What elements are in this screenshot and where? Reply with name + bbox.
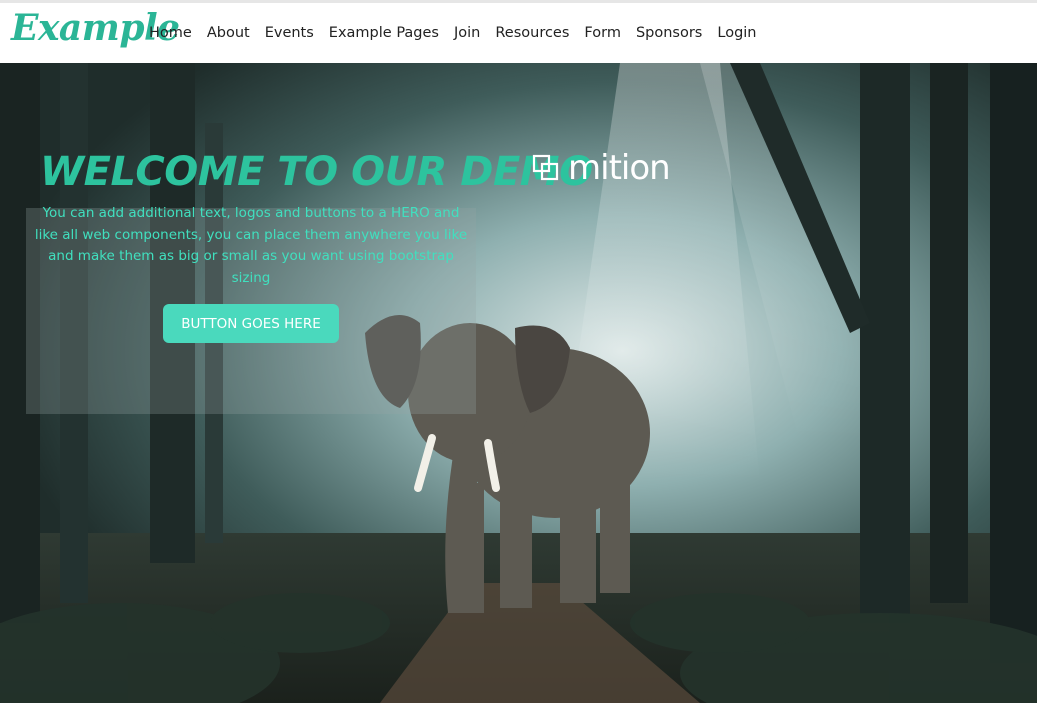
partner-logo-text: mition <box>568 148 671 188</box>
hero-description: You can add additional text, logos and b… <box>34 205 468 286</box>
hero-cta-button[interactable]: BUTTON GOES HERE <box>163 304 339 343</box>
nav-about[interactable]: About <box>207 25 250 41</box>
nav-join[interactable]: Join <box>454 25 480 41</box>
nav-home[interactable]: Home <box>149 25 192 41</box>
main-nav: Home About Events Example Pages Join Res… <box>149 3 757 63</box>
hero-title: Welcome to our Demo <box>40 149 593 195</box>
partner-logo: mition <box>532 148 671 188</box>
navbar: Example Home About Events Example Pages … <box>0 3 1037 63</box>
nav-sponsors[interactable]: Sponsors <box>636 25 702 41</box>
nav-resources[interactable]: Resources <box>495 25 569 41</box>
nav-login[interactable]: Login <box>717 25 756 41</box>
nav-form[interactable]: Form <box>584 25 621 41</box>
nav-events[interactable]: Events <box>265 25 314 41</box>
nav-example-pages[interactable]: Example Pages <box>329 25 439 41</box>
squares-icon <box>532 154 559 181</box>
